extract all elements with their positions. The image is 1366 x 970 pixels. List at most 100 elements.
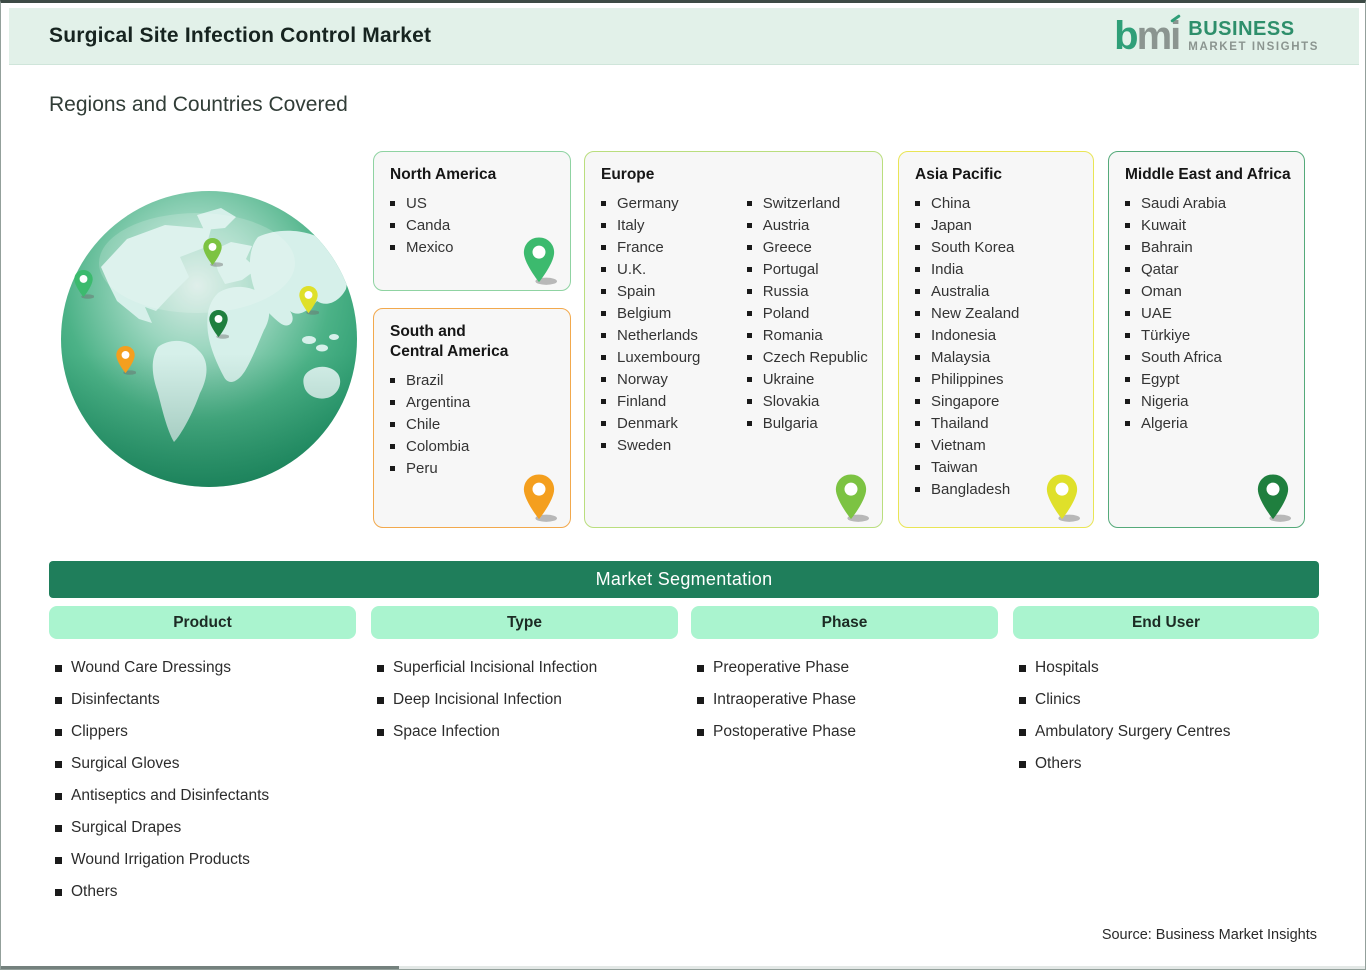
segment-item: Disinfectants [55, 684, 355, 716]
bullet-icon [377, 696, 384, 704]
segment-item: Wound Irrigation Products [55, 844, 355, 876]
bullet-icon [746, 376, 752, 382]
bullet-icon [55, 664, 62, 672]
country-item: Vietnam [913, 434, 1085, 456]
bullet-icon [746, 288, 752, 294]
country-item: U.K. [599, 258, 743, 280]
country-item: Canda [388, 214, 562, 236]
segment-list-phase: Preoperative Phase Intraoperative Phase Po… [697, 652, 997, 748]
map-pin-icon [523, 474, 557, 522]
segment-item: Hospitals [1019, 652, 1319, 684]
bullet-icon [377, 728, 384, 736]
infographic-page: Surgical Site Infection Control Market b… [0, 0, 1366, 970]
bullet-icon [601, 354, 606, 360]
country-item: Spain [599, 280, 743, 302]
logo-market-insights-label: MARKET INSIGHTS [1188, 40, 1319, 53]
globe-pin-south-america-icon [116, 346, 136, 375]
bullet-icon [1125, 310, 1130, 316]
country-item: Saudi Arabia [1123, 192, 1296, 214]
bmi-logo: bmi BUSINESS MARKET INSIGHTS [1114, 14, 1319, 56]
bullet-icon [377, 664, 384, 672]
bullet-icon [601, 398, 606, 404]
bullet-icon [55, 728, 62, 736]
country-list: Brazil Argentina Chile Colombia Peru [388, 369, 562, 479]
country-list: China Japan South Korea India Australia New Z… [913, 192, 1085, 500]
country-item: Japan [913, 214, 1085, 236]
region-title: Asia Pacific [915, 166, 1003, 183]
country-item: Singapore [913, 390, 1085, 412]
bullet-icon [1125, 244, 1130, 250]
bullet-icon [1125, 354, 1130, 360]
globe-pin-middle-east-icon [209, 310, 229, 339]
bullet-icon [601, 442, 606, 448]
region-card-europe: Europe Germany Italy France U.K. Spain Belgiu… [584, 151, 883, 528]
bullet-icon [697, 696, 704, 704]
country-item: Malaysia [913, 346, 1085, 368]
segment-list-product: Wound Care Dressings Disinfectants Clipper… [55, 652, 355, 908]
bullet-icon [1125, 222, 1130, 228]
bullet-icon [1019, 696, 1026, 704]
map-pin-icon [1046, 474, 1080, 522]
bullet-icon [746, 200, 752, 206]
country-item: Denmark [599, 412, 743, 434]
bullet-icon [697, 664, 704, 672]
country-item: Australia [913, 280, 1085, 302]
segment-item: Antiseptics and Disinfectants [55, 780, 355, 812]
logo-letter-m: m [1136, 14, 1173, 58]
bullet-icon [1125, 200, 1130, 206]
globe-pin-europe-icon [203, 238, 223, 267]
bottom-bar-scroll-segment [1, 966, 399, 969]
bullet-icon [915, 266, 920, 272]
bullet-icon [1125, 376, 1130, 382]
bullet-icon [915, 288, 920, 294]
country-list: Germany Italy France U.K. Spain Belgium Nether… [599, 192, 743, 456]
segment-header-type: Type [371, 606, 678, 639]
segment-item: Clinics [1019, 684, 1319, 716]
bullet-icon [601, 200, 606, 206]
segment-item: Ambulatory Surgery Centres [1019, 716, 1319, 748]
bullet-icon [697, 728, 704, 736]
country-item: India [913, 258, 1085, 280]
country-item: Austria [745, 214, 874, 236]
country-item: Switzerland [745, 192, 874, 214]
bullet-icon [915, 354, 920, 360]
bullet-icon [915, 486, 920, 492]
country-item: Finland [599, 390, 743, 412]
map-pin-icon [523, 237, 557, 285]
bullet-icon [915, 222, 920, 228]
bullet-icon [915, 442, 920, 448]
segment-item: Surgical Drapes [55, 812, 355, 844]
country-item: South Africa [1123, 346, 1296, 368]
bullet-icon [746, 354, 752, 360]
bullet-icon [746, 332, 752, 338]
country-item: US [388, 192, 562, 214]
segment-item: Clippers [55, 716, 355, 748]
bullet-icon [746, 244, 752, 250]
country-item: New Zealand [913, 302, 1085, 324]
country-item: Indonesia [913, 324, 1085, 346]
country-item: Germany [599, 192, 743, 214]
country-item: South Korea [913, 236, 1085, 258]
bullet-icon [601, 288, 606, 294]
country-item: Algeria [1123, 412, 1296, 434]
segment-item: Intraoperative Phase [697, 684, 997, 716]
bullet-icon [915, 376, 920, 382]
country-item: Brazil [388, 369, 562, 391]
bullet-icon [601, 376, 606, 382]
bullet-icon [390, 465, 395, 471]
country-item: Bulgaria [745, 412, 874, 434]
bullet-icon [601, 222, 606, 228]
country-item: Nigeria [1123, 390, 1296, 412]
europe-country-columns: Germany Italy France U.K. Spain Belgium Nether… [599, 192, 874, 456]
bullet-icon [915, 200, 920, 206]
bullet-icon [1125, 266, 1130, 272]
segment-item: Superficial Incisional Infection [377, 652, 677, 684]
bullet-icon [601, 266, 606, 272]
segment-item: Space Infection [377, 716, 677, 748]
bullet-icon [915, 310, 920, 316]
bullet-icon [55, 856, 62, 864]
globe-illustration [59, 189, 359, 489]
country-item: Chile [388, 413, 562, 435]
segment-list-type: Superficial Incisional Infection Deep Inc… [377, 652, 677, 748]
bullet-icon [1125, 288, 1130, 294]
